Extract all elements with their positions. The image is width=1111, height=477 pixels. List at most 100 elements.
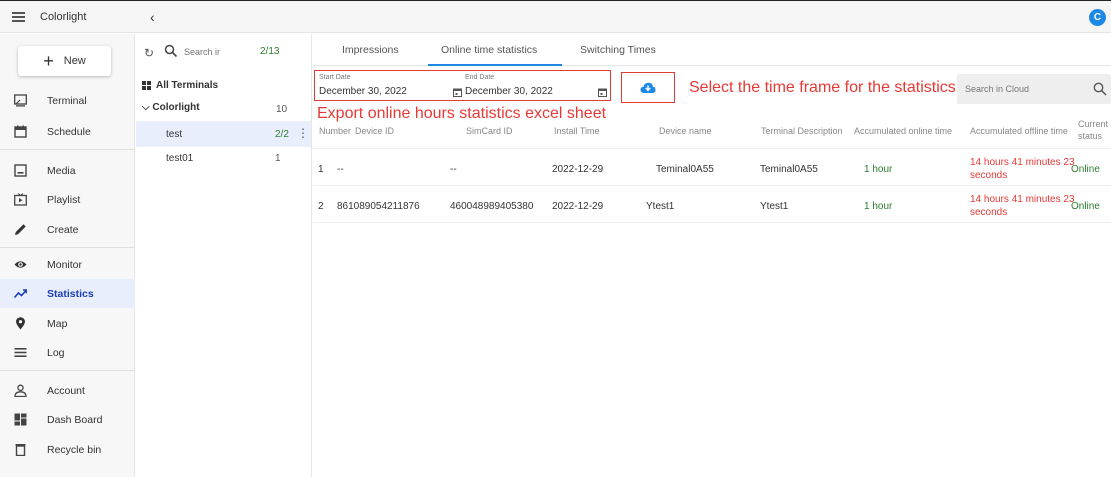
- refresh-icon[interactable]: ↻: [144, 46, 154, 60]
- divider: [0, 149, 135, 150]
- cell-simcard-id: --: [450, 164, 457, 175]
- collapse-panel-icon[interactable]: ‹: [150, 9, 155, 25]
- terminal-count: 2/2: [275, 129, 289, 140]
- sidebar-item-monitor[interactable]: Monitor: [0, 250, 135, 279]
- menu-icon[interactable]: [12, 12, 25, 22]
- sidebar-item-account[interactable]: Account: [0, 376, 135, 405]
- column-header-status: status: [1078, 131, 1103, 141]
- app-title: Colorlight: [40, 11, 87, 23]
- sidebar-item-label: Map: [47, 318, 68, 330]
- cell-device-name: Teminal0A55: [656, 164, 714, 175]
- column-header-device-id: Device ID: [355, 126, 395, 136]
- start-date-field[interactable]: December 30, 2022: [319, 86, 407, 97]
- main-content: Impressions Online time statistics Switc…: [313, 34, 1111, 477]
- cell-number: 2: [318, 201, 324, 212]
- recycle-bin-icon: [15, 444, 26, 456]
- terminal-count: 2/13: [260, 46, 280, 57]
- terminal-search-input[interactable]: [184, 45, 254, 59]
- terminal-name: test01: [166, 153, 194, 164]
- all-terminals-item[interactable]: All Terminals: [142, 80, 218, 91]
- tab-bar: Impressions Online time statistics Switc…: [313, 34, 1111, 66]
- sidebar-item-label: Recycle bin: [47, 444, 102, 456]
- create-icon: [15, 224, 26, 235]
- cell-offline-time: 14 hours 41 minutes 23: [970, 194, 1075, 205]
- terminal-icon: [14, 94, 27, 107]
- media-icon: [14, 164, 27, 177]
- terminal-panel: ↻ 2/13 All Terminals ⌵ Colorlight 10 tes…: [136, 34, 312, 477]
- column-header-install-time: Install Time: [554, 126, 600, 136]
- new-button[interactable]: + New: [18, 46, 111, 76]
- search-icon[interactable]: [164, 44, 178, 58]
- grid-icon: [142, 81, 151, 90]
- account-icon: [14, 384, 27, 397]
- terminal-item-test[interactable]: test 2/2 ⋮: [136, 121, 311, 147]
- cell-device-name: Ytest1: [646, 201, 675, 212]
- status-badge: Online: [1071, 201, 1100, 212]
- sidebar-item-map[interactable]: Map: [0, 309, 135, 338]
- sidebar-item-label: Media: [47, 165, 76, 177]
- sidebar-item-label: Playlist: [47, 194, 81, 206]
- sidebar-item-media[interactable]: Media: [0, 156, 135, 185]
- cell-device-id: 861089054211876: [337, 201, 420, 212]
- date-range-picker[interactable]: Start Date December 30, 2022 End Date De…: [314, 70, 611, 101]
- sidebar-item-playlist[interactable]: Playlist: [0, 185, 135, 214]
- sidebar: + New Terminal Schedule Media Playlist C…: [0, 34, 135, 477]
- end-date-field[interactable]: December 30, 2022: [465, 86, 553, 97]
- sidebar-item-log[interactable]: Log: [0, 338, 135, 367]
- new-button-label: New: [63, 55, 86, 67]
- sidebar-item-label: Log: [47, 347, 65, 359]
- cloud-search-input[interactable]: [965, 82, 1075, 96]
- tab-impressions[interactable]: Impressions: [342, 44, 399, 56]
- cell-device-id: --: [337, 164, 344, 175]
- start-date-label: Start Date: [319, 74, 351, 81]
- cell-install-time: 2022-12-29: [552, 201, 604, 212]
- calendar-icon[interactable]: [453, 88, 462, 97]
- avatar[interactable]: C: [1089, 9, 1106, 26]
- sidebar-item-recycle-bin[interactable]: Recycle bin: [0, 435, 135, 464]
- sidebar-item-statistics[interactable]: Statistics: [0, 279, 135, 308]
- tab-switching-times[interactable]: Switching Times: [580, 44, 656, 56]
- tab-online-time-statistics[interactable]: Online time statistics: [441, 44, 537, 56]
- divider: [313, 148, 1111, 149]
- annotation-time-frame: Select the time frame for the statistics: [689, 79, 956, 96]
- cell-online-time: 1 hour: [864, 201, 893, 212]
- all-terminals-label: All Terminals: [156, 80, 219, 91]
- column-header-terminal-description: Terminal Description: [761, 126, 843, 136]
- column-header-offline-time: Accumulated offline time: [970, 126, 1068, 136]
- divider: [313, 185, 1111, 186]
- export-button[interactable]: [621, 72, 675, 103]
- divider: [313, 222, 1111, 223]
- terminal-item-test01[interactable]: test01 1: [136, 147, 311, 173]
- chevron-down-icon: ⌵: [142, 102, 150, 113]
- terminal-count: 1: [275, 153, 281, 164]
- group-colorlight[interactable]: ⌵ Colorlight: [142, 102, 200, 113]
- sidebar-item-label: Terminal: [47, 95, 87, 107]
- map-pin-icon: [16, 317, 25, 330]
- calendar-icon[interactable]: [598, 88, 607, 97]
- sidebar-item-create[interactable]: Create: [0, 215, 135, 244]
- sidebar-item-terminal[interactable]: Terminal: [0, 86, 135, 115]
- cloud-search: [957, 74, 1111, 104]
- search-icon[interactable]: [1093, 82, 1107, 96]
- annotation-export: Export online hours statistics excel she…: [317, 105, 607, 122]
- sidebar-item-dashboard[interactable]: Dash Board: [0, 405, 135, 434]
- group-count: 10: [276, 104, 288, 115]
- sidebar-item-label: Dash Board: [47, 414, 103, 426]
- eye-icon: [14, 261, 27, 268]
- more-options-icon[interactable]: ⋮: [297, 127, 309, 139]
- cell-online-time: 1 hour: [864, 164, 893, 175]
- cloud-download-icon: [640, 82, 656, 93]
- cell-description: Teminal0A55: [760, 164, 818, 175]
- sidebar-item-label: Schedule: [47, 126, 91, 138]
- column-header-simcard-id: SimCard ID: [466, 126, 513, 136]
- dashboard-icon: [14, 413, 27, 426]
- status-badge: Online: [1071, 164, 1100, 175]
- statistics-icon: [14, 289, 27, 299]
- cell-offline-time: 14 hours 41 minutes 23: [970, 157, 1075, 168]
- divider: [0, 247, 135, 248]
- cell-offline-time-cont: seconds: [970, 207, 1008, 218]
- sidebar-item-schedule[interactable]: Schedule: [0, 117, 135, 146]
- group-name: Colorlight: [152, 102, 200, 113]
- sidebar-item-label: Statistics: [47, 288, 94, 300]
- sidebar-item-label: Account: [47, 385, 85, 397]
